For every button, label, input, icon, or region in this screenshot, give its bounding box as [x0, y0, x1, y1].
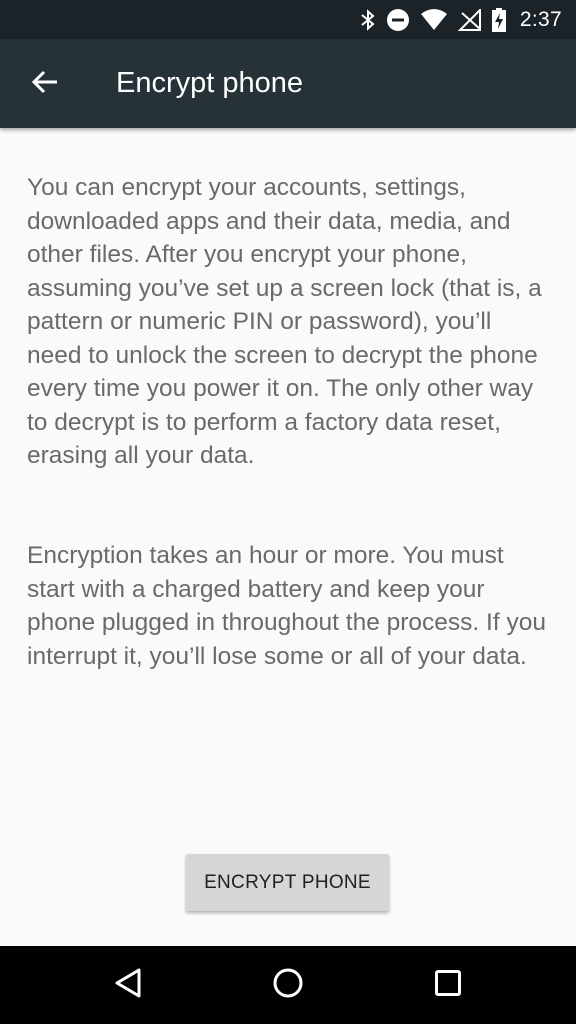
battery-charging-icon: [491, 7, 506, 32]
bluetooth-icon: [360, 8, 376, 31]
status-icons: 2:37: [360, 0, 562, 39]
encrypt-phone-button[interactable]: ENCRYPT PHONE: [186, 854, 389, 911]
nav-back-button[interactable]: [103, 960, 153, 1010]
app-bar: Encrypt phone: [0, 39, 576, 128]
status-time: 2:37: [519, 7, 562, 31]
nav-recents-button[interactable]: [423, 960, 473, 1010]
nav-home-button[interactable]: [263, 960, 313, 1010]
content-area: You can encrypt your accounts, settings,…: [0, 128, 576, 946]
navigation-bar: [0, 946, 576, 1024]
screen: 2:37 Encrypt phone You can encrypt your …: [0, 0, 576, 1024]
nav-home-icon: [272, 967, 304, 1004]
nav-recents-icon: [434, 969, 462, 1002]
do-not-disturb-icon: [386, 8, 410, 32]
page-title: Encrypt phone: [116, 67, 304, 99]
nav-back-icon: [113, 967, 143, 1004]
description-paragraph-1: You can encrypt your accounts, settings,…: [27, 174, 542, 469]
arrow-back-icon: [31, 68, 59, 101]
status-bar: 2:37: [0, 0, 576, 39]
description-paragraph-2: Encryption takes an hour or more. You mu…: [27, 542, 546, 670]
wifi-icon: [420, 8, 448, 31]
signal-off-icon: [457, 8, 482, 31]
back-button[interactable]: [22, 61, 68, 107]
